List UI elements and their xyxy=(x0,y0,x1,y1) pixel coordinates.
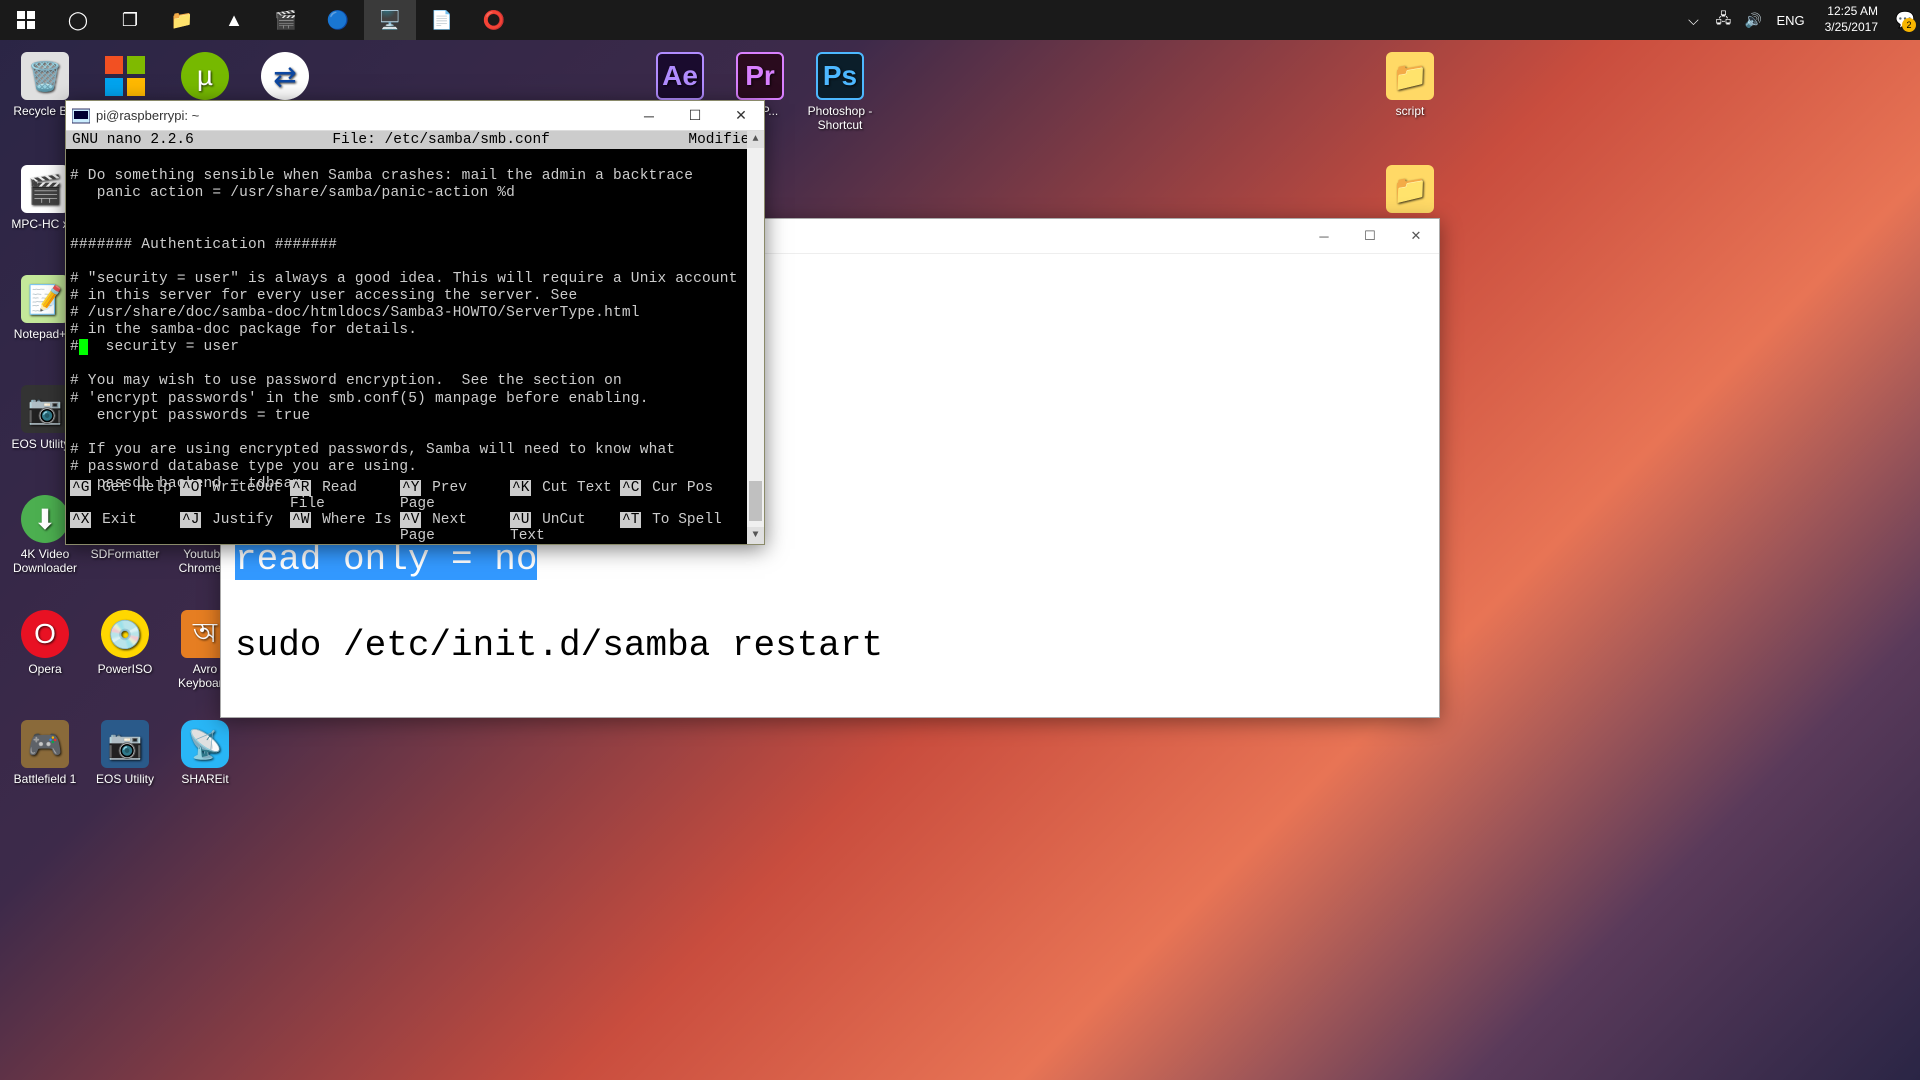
terminal-scrollbar[interactable]: ▲ ▼ xyxy=(747,131,764,544)
desktop-icon-script-folder[interactable]: 📁script xyxy=(1370,52,1450,118)
tray-volume-icon[interactable]: 🔊 xyxy=(1738,0,1768,40)
putty-titlebar[interactable]: pi@raspberrypi: ~ ─ ☐ ✕ xyxy=(66,101,764,131)
nano-version: GNU nano 2.2.6 xyxy=(72,132,194,148)
taskbar-app-notepad[interactable]: 📄 xyxy=(416,0,468,40)
scroll-thumb[interactable] xyxy=(749,481,762,521)
minimize-button[interactable]: ─ xyxy=(1301,219,1347,254)
notepad-line: sudo /etc/init.d/samba restart xyxy=(235,625,1425,666)
icon-label: PowerISO xyxy=(85,662,165,676)
putty-icon xyxy=(72,107,90,125)
taskbar-app-putty[interactable]: 🖥️ xyxy=(364,0,416,40)
nano-footer: ^G Get Help^O WriteOut^R Read File^Y Pre… xyxy=(66,480,747,544)
taskbar: ◯ ❐ 📁 ▲ 🎬 🔵 🖥️ 📄 ⭕ ⌵ 🖧 🔊 ENG 12:25 AM 3/… xyxy=(0,0,1920,40)
icon-label: Opera xyxy=(5,662,85,676)
icon-label: EOS Utility xyxy=(85,772,165,786)
minimize-button[interactable]: ─ xyxy=(626,101,672,131)
putty-window[interactable]: pi@raspberrypi: ~ ─ ☐ ✕ GNU nano 2.2.6 F… xyxy=(65,100,765,545)
taskbar-app-explorer[interactable]: 📁 xyxy=(156,0,208,40)
icon-label: Photoshop - Shortcut xyxy=(800,104,880,132)
desktop-icon-shareit[interactable]: 📡SHAREit xyxy=(165,720,245,786)
scroll-up-arrow[interactable]: ▲ xyxy=(747,131,764,148)
action-center-button[interactable]: 💬2 xyxy=(1890,10,1920,30)
desktop-icon-bf1[interactable]: 🎮Battlefield 1 xyxy=(5,720,85,786)
desktop-icon-opera[interactable]: OOpera xyxy=(5,610,85,676)
maximize-button[interactable]: ☐ xyxy=(672,101,718,131)
terminal-body[interactable]: GNU nano 2.2.6 File: /etc/samba/smb.conf… xyxy=(66,131,764,544)
taskbar-app-obs[interactable]: ⭕ xyxy=(468,0,520,40)
icon-label: script xyxy=(1370,104,1450,118)
desktop-icon-teamviewer[interactable]: ⇄ xyxy=(245,52,325,104)
language-indicator[interactable]: ENG xyxy=(1768,13,1812,28)
close-button[interactable]: ✕ xyxy=(1393,219,1439,254)
maximize-button[interactable]: ☐ xyxy=(1347,219,1393,254)
notif-count: 2 xyxy=(1902,18,1916,32)
desktop-icon-folder2[interactable]: 📁 xyxy=(1370,165,1450,217)
icon-label: Battlefield 1 xyxy=(5,772,85,786)
clock-time: 12:25 AM xyxy=(1825,4,1878,20)
close-button[interactable]: ✕ xyxy=(718,101,764,131)
task-view-button[interactable]: ❐ xyxy=(104,0,156,40)
desktop-icon-photoshop[interactable]: PsPhotoshop - Shortcut xyxy=(800,52,880,132)
scroll-down-arrow[interactable]: ▼ xyxy=(747,527,764,544)
icon-label: 4K Video Downloader xyxy=(5,547,85,575)
taskbar-app-vlc[interactable]: ▲ xyxy=(208,0,260,40)
window-title: pi@raspberrypi: ~ xyxy=(96,108,626,123)
clock[interactable]: 12:25 AM 3/25/2017 xyxy=(1813,4,1890,35)
clock-date: 3/25/2017 xyxy=(1825,20,1878,36)
desktop-icon-utorrent[interactable]: µ xyxy=(165,52,245,104)
taskbar-app-chrome[interactable]: 🔵 xyxy=(312,0,364,40)
desktop-icon-eos2[interactable]: 📷EOS Utility xyxy=(85,720,165,786)
tray-network-icon[interactable]: 🖧 xyxy=(1708,0,1738,40)
nano-file: File: /etc/samba/smb.conf xyxy=(194,132,689,148)
desktop-icon-windows[interactable] xyxy=(85,52,165,104)
start-button[interactable] xyxy=(0,0,52,40)
nano-header: GNU nano 2.2.6 File: /etc/samba/smb.conf… xyxy=(66,131,764,149)
cortana-button[interactable]: ◯ xyxy=(52,0,104,40)
icon-label: SHAREit xyxy=(165,772,245,786)
tray-chevron-icon[interactable]: ⌵ xyxy=(1678,0,1708,40)
nano-editor-content[interactable]: # Do something sensible when Samba crash… xyxy=(66,149,764,495)
taskbar-left: ◯ ❐ 📁 ▲ 🎬 🔵 🖥️ 📄 ⭕ xyxy=(0,0,520,40)
system-tray: ⌵ 🖧 🔊 ENG 12:25 AM 3/25/2017 💬2 xyxy=(1678,0,1920,40)
notepad-highlighted-text: read only = no xyxy=(235,539,537,580)
taskbar-app-mpc[interactable]: 🎬 xyxy=(260,0,312,40)
desktop-icon-poweriso[interactable]: 💿PowerISO xyxy=(85,610,165,676)
icon-label: SDFormatter xyxy=(85,547,165,561)
